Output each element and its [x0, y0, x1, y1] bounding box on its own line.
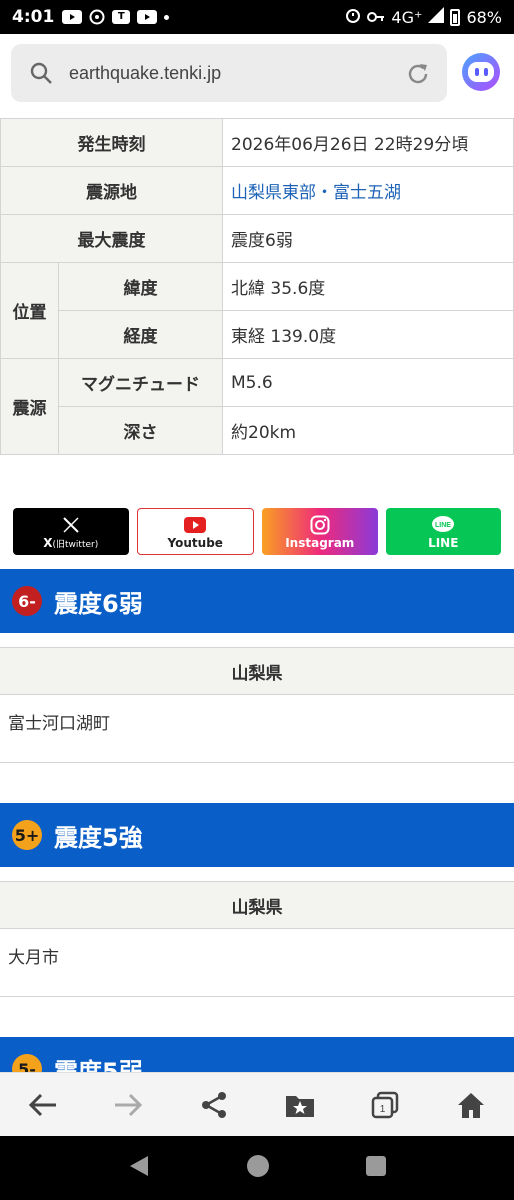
share-icon[interactable]	[198, 1089, 230, 1121]
tabs-icon[interactable]: 1	[369, 1089, 401, 1121]
depth-value: 約20km	[222, 406, 514, 455]
latitude-label: 緯度	[58, 262, 223, 311]
magnitude-value: M5.6	[222, 358, 514, 407]
occurred-time-value: 2026年06月26日 22時29分頃	[222, 118, 514, 167]
share-instagram-button[interactable]: Instagram	[262, 508, 378, 555]
position-label: 位置	[0, 262, 59, 359]
city-list: 富士河口湖町	[0, 695, 514, 763]
intensity-6-lower-badge-icon: 6-	[12, 586, 42, 616]
depth-label: 深さ	[58, 406, 223, 455]
threads-notification-icon	[89, 9, 105, 25]
assistant-face-icon	[468, 62, 494, 82]
youtube-logo-icon	[184, 514, 207, 536]
home-icon[interactable]	[455, 1089, 487, 1121]
back-arrow-icon[interactable]	[27, 1089, 59, 1121]
youtube-notification-icon	[62, 10, 83, 24]
share-line-button[interactable]: LINE LINE	[385, 508, 501, 555]
intensity-5-upper-title: 震度5強	[54, 823, 143, 852]
share-youtube-label: Youtube	[167, 535, 223, 550]
svg-text:1: 1	[380, 1104, 386, 1115]
system-home-icon[interactable]	[246, 1154, 270, 1182]
max-intensity-value: 震度6弱	[222, 214, 514, 263]
longitude-value: 東経 139.0度	[222, 310, 514, 359]
browser-toolbar: earthquake.tenki.jp	[0, 34, 514, 118]
intensity-6-lower-title: 震度6弱	[54, 589, 143, 618]
battery-percent: 68%	[466, 7, 502, 27]
bookmarks-folder-icon[interactable]	[284, 1089, 316, 1121]
clock: 4:01	[12, 7, 55, 27]
share-buttons: X(旧twitter) Youtube Instagram LINE LINE	[13, 508, 501, 555]
city-list-2: 大月市	[0, 929, 514, 997]
signal-icon	[428, 7, 445, 27]
address-bar[interactable]: earthquake.tenki.jp	[11, 44, 447, 102]
share-youtube-button[interactable]: Youtube	[136, 508, 254, 555]
max-intensity-label: 最大震度	[0, 214, 223, 263]
share-x-label: X(旧twitter)	[43, 535, 99, 550]
youtube-notification-icon-2	[137, 10, 158, 24]
intensity-5-upper-header: 5+ 震度5強	[0, 803, 514, 867]
prefecture-header-2: 山梨県	[0, 881, 514, 929]
prefecture-header: 山梨県	[0, 647, 514, 695]
line-logo-icon: LINE	[430, 514, 456, 536]
vpn-key-icon	[367, 8, 385, 27]
app-notification-icon: T	[112, 10, 131, 24]
earthquake-info-table: 発生時刻 2026年06月26日 22時29分頃 震源地 山梨県東部・富士五湖 …	[0, 118, 514, 455]
share-line-label: LINE	[428, 535, 459, 550]
intensity-5-upper-badge-icon: 5+	[12, 820, 42, 850]
alarm-icon	[345, 7, 361, 27]
occurred-time-label: 発生時刻	[0, 118, 223, 167]
magnitude-label: マグニチュード	[58, 358, 223, 407]
network-type: 4G⁺	[391, 7, 423, 27]
epicenter-link[interactable]: 山梨県東部・富士五湖	[222, 166, 514, 215]
line-logo-text: LINE	[435, 522, 451, 529]
share-instagram-label: Instagram	[285, 535, 355, 550]
share-x-button[interactable]: X(旧twitter)	[13, 508, 129, 555]
intensity-6-lower-header: 6- 震度6弱	[0, 569, 514, 633]
epicenter-label: 震源地	[0, 166, 223, 215]
system-recents-icon[interactable]	[366, 1156, 386, 1180]
reload-icon[interactable]	[405, 61, 431, 87]
search-icon	[30, 62, 52, 84]
x-logo-icon	[62, 514, 80, 536]
hypocenter-label: 震源	[0, 358, 59, 455]
more-notifications-dot-icon	[164, 14, 170, 20]
browser-assistant-button[interactable]	[462, 53, 500, 91]
battery-icon	[450, 8, 461, 26]
system-back-icon[interactable]	[128, 1154, 150, 1182]
latitude-value: 北緯 35.6度	[222, 262, 514, 311]
longitude-label: 経度	[58, 310, 223, 359]
status-bar: 4:01 T 4G⁺ 68%	[0, 0, 514, 34]
browser-bottom-nav: 1	[0, 1072, 514, 1136]
instagram-logo-icon	[310, 514, 330, 536]
forward-arrow-icon[interactable]	[112, 1089, 144, 1121]
url-text[interactable]: earthquake.tenki.jp	[69, 63, 221, 84]
system-nav-bar	[0, 1136, 514, 1200]
